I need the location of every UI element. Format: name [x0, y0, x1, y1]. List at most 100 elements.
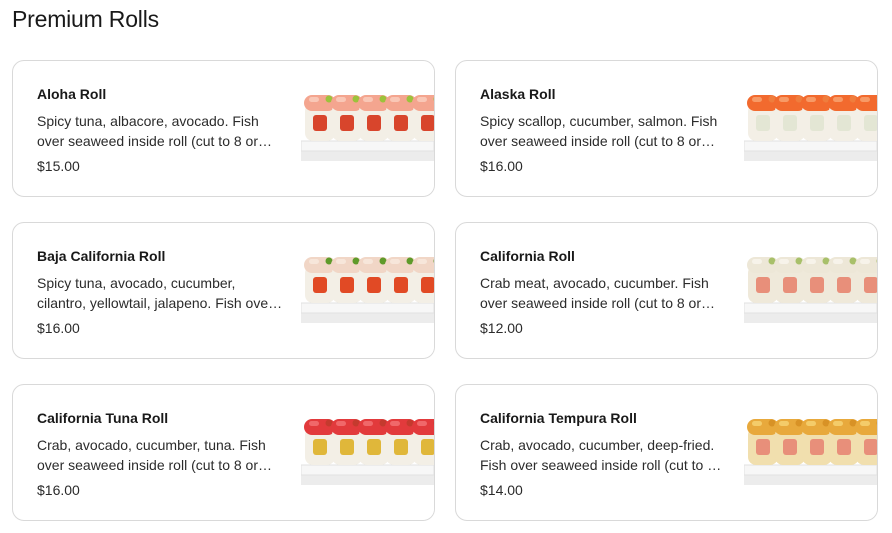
menu-grid: Aloha Roll Spicy tuna, albacore, avocado… [12, 60, 878, 521]
menu-item-image [744, 223, 877, 358]
menu-item-card[interactable]: California Roll Crab meat, avocado, cucu… [455, 222, 878, 359]
topping-highlight [779, 259, 789, 264]
california-roll-photo [744, 257, 877, 323]
menu-item-price: $12.00 [480, 320, 523, 336]
menu-item-info: Alaska Roll Spicy scallop, cucumber, sal… [480, 85, 728, 175]
menu-item-image [301, 61, 434, 196]
filling [810, 277, 824, 293]
topping-highlight [363, 421, 373, 426]
menu-item-description: Spicy tuna, avocado, cucumber, cilantro,… [37, 275, 273, 311]
topping-highlight [336, 421, 346, 426]
menu-item-info: Aloha Roll Spicy tuna, albacore, avocado… [37, 85, 285, 175]
topping-highlight [860, 259, 870, 264]
section-title: Premium Rolls [12, 6, 159, 32]
sushi-piece [412, 95, 434, 141]
menu-item-description: Crab, avocado, cucumber, deep-fried. Fis… [480, 437, 715, 473]
topping-highlight [390, 421, 400, 426]
topping-highlight [806, 259, 816, 264]
topping-highlight [833, 421, 843, 426]
topping-highlight [390, 97, 400, 102]
topping-highlight [309, 259, 319, 264]
topping-highlight [417, 97, 427, 102]
alaska-roll-photo [744, 95, 877, 161]
topping-highlight [336, 97, 346, 102]
menu-item-name: California Tuna Roll [37, 410, 169, 426]
topping-highlight [752, 421, 762, 426]
filling [756, 115, 770, 131]
menu-item-image [744, 61, 877, 196]
topping-highlight [860, 421, 870, 426]
menu-item-name: Baja California Roll [37, 248, 166, 264]
menu-item-card[interactable]: Aloha Roll Spicy tuna, albacore, avocado… [12, 60, 435, 197]
baja-california-roll-photo [301, 257, 434, 323]
filling [756, 439, 770, 455]
menu-item-name: Aloha Roll [37, 86, 107, 102]
menu-item-price: $14.00 [480, 482, 523, 498]
menu-item-name: California Roll [480, 248, 575, 264]
menu-item-price: $16.00 [480, 158, 523, 174]
filling [810, 115, 824, 131]
filling [421, 115, 434, 131]
menu-item-image [301, 385, 434, 520]
filling [340, 115, 354, 131]
menu-item-info: California Tuna Roll Crab, avocado, cucu… [37, 409, 285, 499]
topping-highlight [336, 259, 346, 264]
filling [340, 277, 354, 293]
filling [394, 439, 408, 455]
menu-item-price: $15.00 [37, 158, 80, 174]
menu-item-image [301, 223, 434, 358]
california-tuna-roll-photo [301, 419, 434, 485]
menu-item-image [744, 385, 877, 520]
menu-item-description: Spicy scallop, cucumber, salmon. Fish ov… [480, 113, 718, 149]
filling [783, 115, 797, 131]
menu-item-description: Crab meat, avocado, cucumber. Fish over … [480, 275, 709, 311]
filling [421, 439, 434, 455]
menu-item-name: Alaska Roll [480, 86, 556, 102]
plate [301, 464, 434, 476]
menu-item-card[interactable]: Alaska Roll Spicy scallop, cucumber, sal… [455, 60, 878, 197]
topping-highlight [752, 97, 762, 102]
topping-highlight [860, 97, 870, 102]
menu-item-card[interactable]: Baja California Roll Spicy tuna, avocado… [12, 222, 435, 359]
sushi-piece [855, 95, 877, 141]
topping-highlight [779, 421, 789, 426]
topping-highlight [806, 421, 816, 426]
topping-highlight [363, 259, 373, 264]
topping-highlight [806, 97, 816, 102]
filling [340, 439, 354, 455]
topping-highlight [833, 259, 843, 264]
topping-highlight [309, 97, 319, 102]
filling [810, 439, 824, 455]
plate [301, 140, 434, 152]
topping-highlight [752, 259, 762, 264]
plate [744, 302, 877, 314]
menu-item-description: Crab, avocado, cucumber, tuna. Fish over… [37, 437, 266, 473]
filling [864, 277, 877, 293]
menu-item-info: California Tempura Roll Crab, avocado, c… [480, 409, 728, 499]
filling [394, 277, 408, 293]
sushi-piece [855, 419, 877, 465]
menu-item-card[interactable]: California Tuna Roll Crab, avocado, cucu… [12, 384, 435, 521]
filling [421, 277, 434, 293]
aloha-roll-photo [301, 95, 434, 161]
menu-item-card[interactable]: California Tempura Roll Crab, avocado, c… [455, 384, 878, 521]
menu-item-name: California Tempura Roll [480, 410, 637, 426]
menu-page: Premium Rolls Aloha Roll Spicy tuna, alb… [0, 0, 892, 533]
filling [837, 115, 851, 131]
sushi-piece [855, 257, 877, 303]
menu-item-price: $16.00 [37, 482, 80, 498]
filling [864, 439, 877, 455]
topping-highlight [779, 97, 789, 102]
topping-highlight [390, 259, 400, 264]
filling [367, 277, 381, 293]
filling [864, 115, 877, 131]
plate [744, 464, 877, 476]
sushi-piece [412, 257, 434, 303]
filling [783, 277, 797, 293]
filling [837, 277, 851, 293]
filling [756, 277, 770, 293]
topping-highlight [417, 259, 427, 264]
filling [837, 439, 851, 455]
filling [367, 439, 381, 455]
topping-highlight [363, 97, 373, 102]
